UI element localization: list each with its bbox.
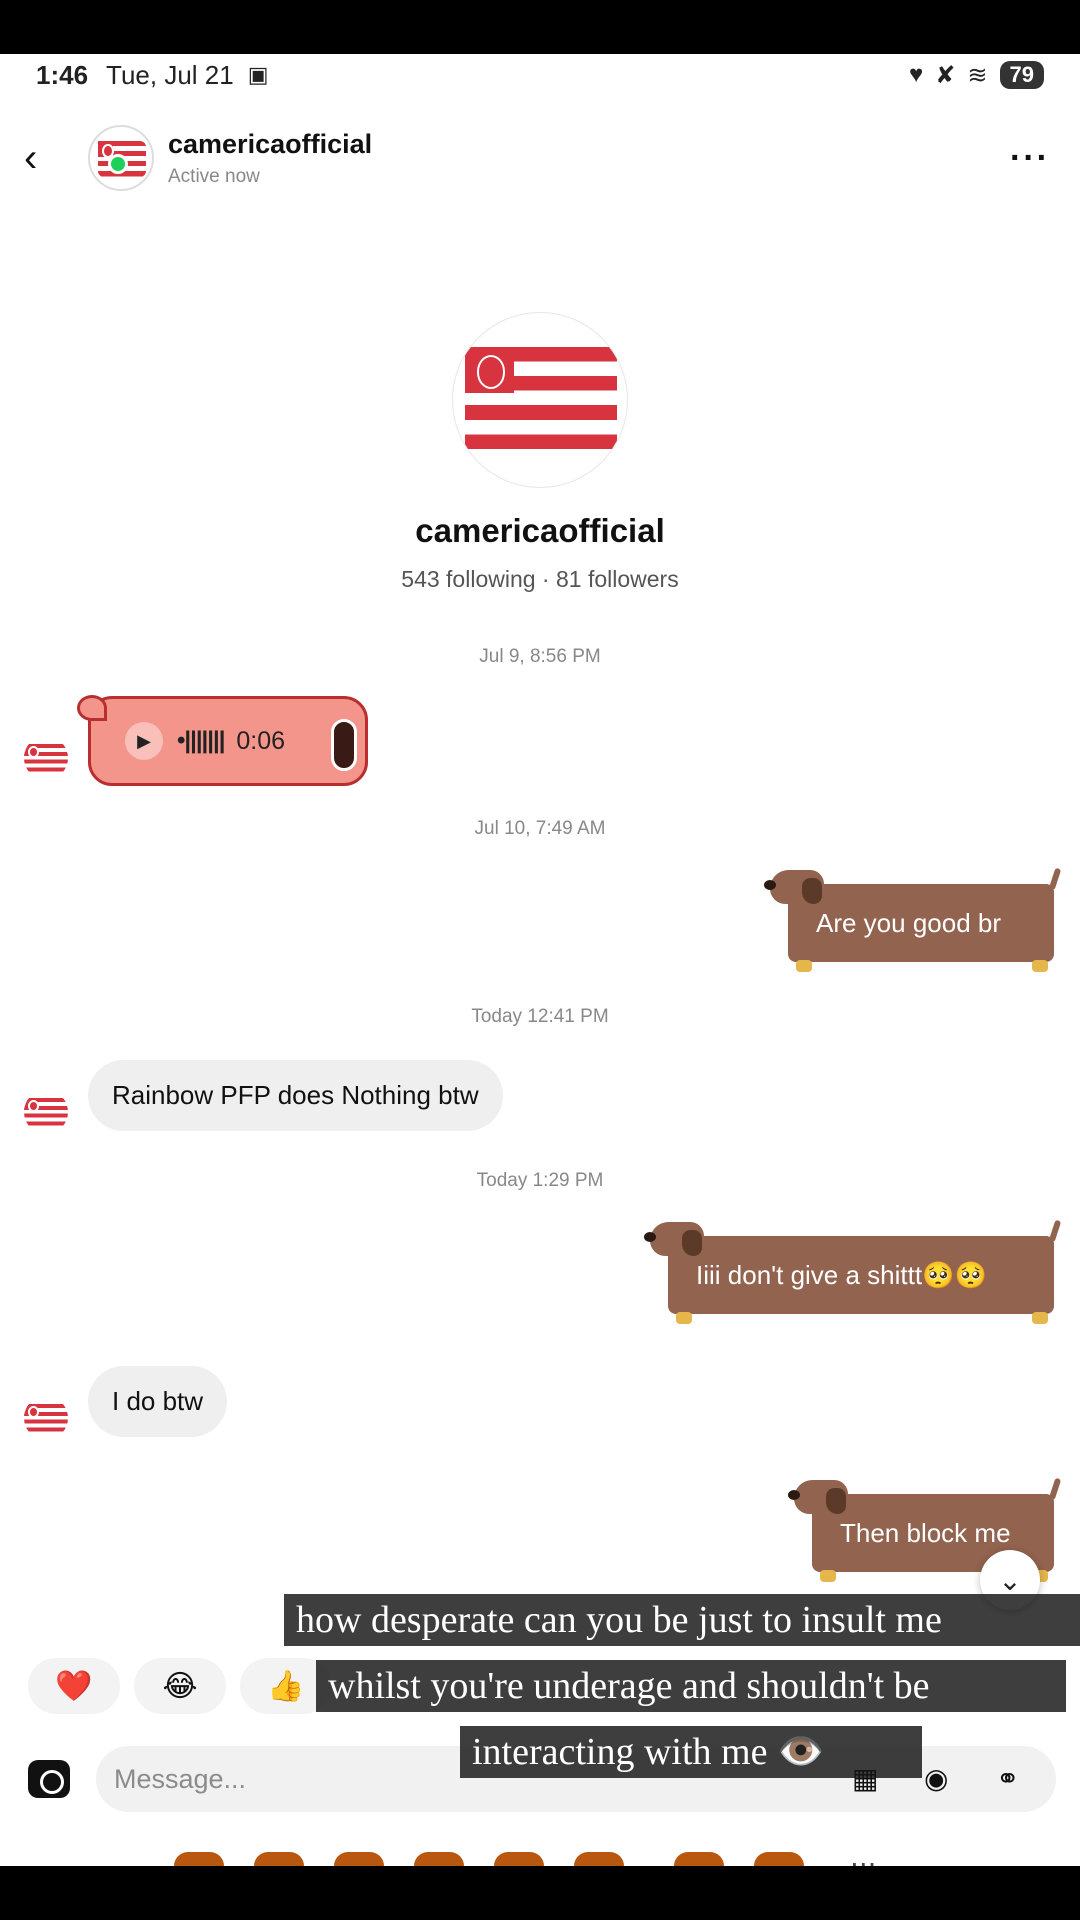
camera-icon[interactable] (28, 1760, 70, 1798)
voice-duration: 0:06 (236, 726, 286, 755)
sticker-icon[interactable]: ◉ (924, 1762, 948, 1795)
outgoing-message[interactable]: Iiii don't give a shittt🥺🥺 (644, 1219, 1062, 1324)
notes-app-icon[interactable]: ▤ (174, 1852, 224, 1866)
sender-avatar (24, 1090, 68, 1134)
more-options-icon[interactable]: ··· (1010, 139, 1050, 178)
settings-app-icon[interactable]: ⚙ (754, 1852, 804, 1866)
caption-line-2: whilst you're underage and shouldn't be (316, 1660, 1066, 1712)
camera-app-icon[interactable]: ◉ (574, 1852, 624, 1866)
home-icon[interactable]: ▢ (916, 1858, 948, 1866)
incoming-message[interactable]: Rainbow PFP does Nothing btw (88, 1060, 503, 1131)
message-placeholder: Message... (114, 1763, 247, 1794)
message-text: Are you good br (816, 907, 1002, 938)
voice-message[interactable]: ▶ •||||||| 0:06 (77, 695, 368, 786)
messages-app-icon[interactable]: ● (414, 1852, 464, 1866)
play-icon[interactable]: ▶ (125, 722, 163, 760)
caption-line-3: interacting with me 👁️ (460, 1726, 922, 1778)
back-arrow-icon[interactable]: ‹ (24, 138, 60, 178)
timestamp: Today 12:41 PM (471, 1006, 609, 1027)
quick-reaction-heart[interactable]: ❤️ (28, 1658, 120, 1714)
message-text: Iiii don't give a shittt🥺🥺 (696, 1259, 987, 1290)
timestamp: Today 1:29 PM (476, 1170, 604, 1191)
microphone-icon[interactable]: ⚭ (996, 1762, 1019, 1795)
screen-record-icon: ▣ (247, 62, 269, 87)
quick-reaction-laugh[interactable]: 😂 (134, 1658, 226, 1714)
chat-header: ‹ camericaofficial Active now ··· (0, 108, 1080, 208)
waveform-icon: •||||||| (177, 727, 225, 754)
header-active-status: Active now (168, 165, 260, 187)
status-time: 1:46 (36, 59, 89, 90)
heart-icon: ♥ (909, 61, 924, 88)
sticker-mouth-icon (331, 719, 357, 771)
dm-screen: 1:46 Tue, Jul 21 ▣ ♥ ✘ ≋ 79 ‹ camericaof… (0, 54, 1080, 1866)
timestamp: Jul 9, 8:56 PM (479, 646, 601, 667)
status-date: Tue, Jul 21 (106, 59, 234, 90)
browser-app-icon[interactable]: ⧖ (494, 1852, 544, 1866)
message-text: Then block me (840, 1517, 1011, 1548)
caption-line-1: how desperate can you be just to insult … (284, 1594, 1080, 1646)
taskbar: ⋮⋮⋮ ▤ ▬ 21 ● ⧖ ◉ ☺ ⚙ ||| ▢ ‹ (0, 1844, 1080, 1866)
battery-indicator: 79 (999, 61, 1044, 89)
status-bar: 1:46 Tue, Jul 21 ▣ ♥ ✘ ≋ 79 (0, 54, 1080, 96)
discord-app-icon[interactable]: ☺ (674, 1852, 724, 1866)
mute-icon: ✘ (935, 61, 956, 89)
files-app-icon[interactable]: ▬ (254, 1852, 304, 1866)
sender-avatar (24, 736, 68, 780)
recents-icon[interactable]: ||| (850, 1858, 877, 1866)
incoming-message[interactable]: I do btw (88, 1366, 228, 1437)
online-indicator (108, 154, 128, 174)
nav-back-icon[interactable]: ‹ (990, 1858, 1001, 1866)
profile-avatar[interactable] (452, 312, 628, 488)
profile-stats: 543 following · 81 followers (401, 566, 679, 592)
timestamp: Jul 10, 7:49 AM (474, 818, 606, 839)
outgoing-message[interactable]: Are you good br (764, 867, 1062, 972)
profile-name[interactable]: camericaofficial (0, 512, 1080, 550)
sender-avatar (24, 1396, 68, 1440)
header-username[interactable]: camericaofficial (168, 129, 372, 160)
wifi-icon: ≋ (967, 61, 988, 89)
calendar-app-icon[interactable]: 21 (334, 1852, 384, 1866)
